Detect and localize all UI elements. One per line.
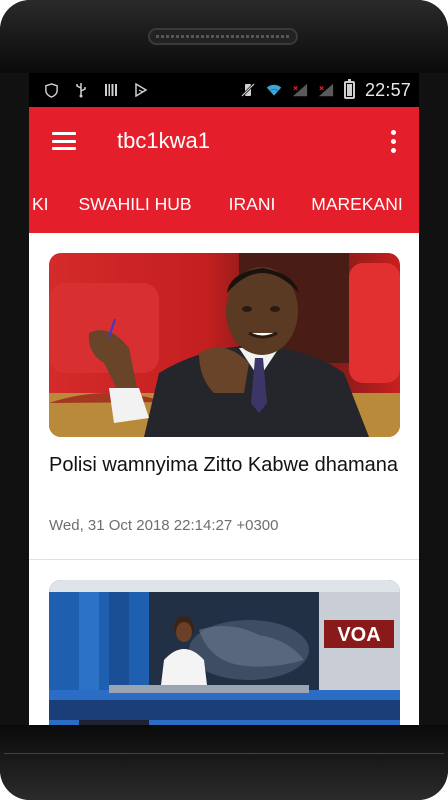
tab-swahili-hub[interactable]: SWAHILI HUB	[67, 175, 203, 233]
article-image[interactable]	[49, 253, 400, 437]
tab-marekani[interactable]: MAREKANI	[297, 175, 417, 233]
hamburger-menu-icon	[52, 132, 76, 150]
phone-frame: 22:57 tbc1kwa1 KI SWAHILI HUB IRANI MARE…	[0, 0, 448, 800]
svg-text:VOA: VOA	[337, 624, 380, 646]
usb-icon	[73, 82, 89, 98]
category-tabs: KI SWAHILI HUB IRANI MAREKANI	[29, 175, 419, 233]
tab-ki[interactable]: KI	[29, 175, 53, 233]
article-headline[interactable]: Polisi wamnyima Zitto Kabwe dhamana	[49, 452, 399, 478]
app-toolbar: tbc1kwa1	[29, 107, 419, 175]
vibrate-off-icon	[240, 82, 256, 98]
phone-bottom-bezel	[0, 725, 448, 800]
shield-icon	[43, 82, 59, 98]
play-store-icon	[133, 82, 149, 98]
signal-icon	[292, 82, 308, 98]
phone-top-bezel	[0, 0, 448, 73]
earpiece-speaker	[148, 28, 298, 45]
article-image[interactable]: VOA VOA	[49, 580, 400, 725]
app-title: tbc1kwa1	[117, 128, 210, 153]
status-time: 22:57	[364, 79, 411, 100]
more-vertical-icon	[390, 129, 396, 135]
article-timestamp: Wed, 31 Oct 2018 22:14:27 +0300	[49, 517, 279, 534]
divider	[49, 559, 404, 560]
app-screen: 22:57 tbc1kwa1 KI SWAHILI HUB IRANI MARE…	[29, 73, 419, 725]
battery-icon	[343, 79, 355, 99]
status-bar: 22:57	[29, 73, 419, 107]
tab-irani[interactable]: IRANI	[217, 175, 287, 233]
article-list[interactable]: Polisi wamnyima Zitto Kabwe dhamana Wed,…	[29, 233, 419, 725]
article-card[interactable]: VOA VOA	[29, 580, 419, 725]
wifi-icon	[266, 82, 282, 98]
article-card[interactable]: Polisi wamnyima Zitto Kabwe dhamana Wed,…	[29, 233, 419, 560]
barcode-icon	[103, 82, 119, 98]
hamburger-menu-button[interactable]	[29, 107, 99, 175]
signal-icon	[318, 82, 334, 98]
more-options-button[interactable]	[367, 107, 419, 175]
